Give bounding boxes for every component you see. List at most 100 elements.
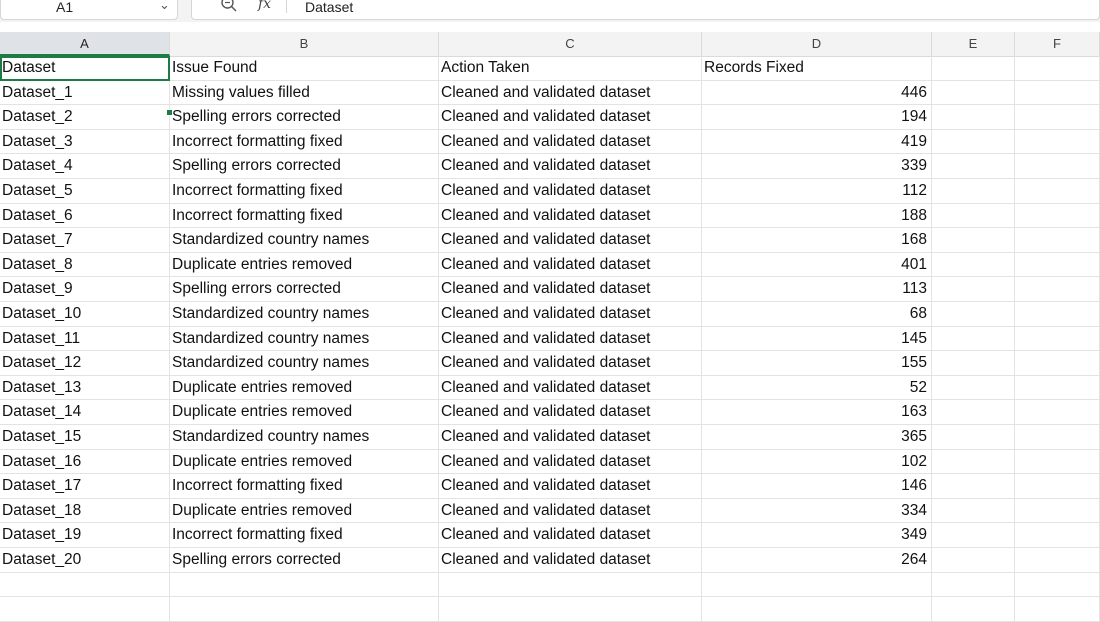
empty-cell[interactable] (1015, 154, 1100, 179)
cell[interactable]: Cleaned and validated dataset (439, 449, 702, 475)
cell[interactable]: Dataset_6 (0, 203, 170, 229)
cell[interactable]: 419 (702, 129, 932, 155)
cell[interactable]: 102 (702, 449, 932, 475)
cell[interactable]: Standardized country names (170, 425, 439, 450)
cell[interactable]: Duplicate entries removed (170, 400, 439, 425)
cell[interactable]: 163 (702, 400, 932, 425)
cell[interactable]: Action Taken (439, 56, 702, 81)
cell[interactable]: Missing values filled (170, 80, 439, 106)
empty-cell[interactable] (439, 572, 702, 598)
cell[interactable]: Duplicate entries removed (170, 449, 439, 475)
zoom-icon[interactable] (220, 0, 238, 13)
cell[interactable]: 146 (702, 474, 932, 499)
cell[interactable]: Incorrect formatting fixed (170, 129, 439, 155)
cell[interactable]: Dataset_13 (0, 375, 170, 401)
cell[interactable]: 113 (702, 277, 932, 302)
cell[interactable]: 194 (702, 105, 932, 130)
empty-cell[interactable] (1015, 277, 1100, 302)
empty-cell[interactable] (0, 597, 170, 622)
cell[interactable]: Dataset (0, 56, 170, 81)
function-icon[interactable]: fx (258, 0, 271, 12)
cell[interactable]: 52 (702, 375, 932, 401)
cell[interactable]: Cleaned and validated dataset (439, 203, 702, 229)
cell[interactable]: Cleaned and validated dataset (439, 523, 702, 548)
cell[interactable]: Dataset_19 (0, 523, 170, 548)
formula-input[interactable]: fx Dataset (191, 0, 1100, 20)
empty-cell[interactable] (932, 302, 1015, 327)
empty-cell[interactable] (1015, 548, 1100, 573)
cell[interactable]: Dataset_12 (0, 351, 170, 376)
cell[interactable]: Dataset_1 (0, 80, 170, 106)
cell[interactable]: Dataset_9 (0, 277, 170, 302)
empty-cell[interactable] (932, 597, 1015, 622)
empty-cell[interactable] (1015, 597, 1100, 622)
cell[interactable]: Standardized country names (170, 351, 439, 376)
cell[interactable]: Incorrect formatting fixed (170, 203, 439, 229)
cell[interactable]: Dataset_10 (0, 302, 170, 327)
empty-cell[interactable] (932, 548, 1015, 573)
cell[interactable]: 112 (702, 179, 932, 204)
empty-cell[interactable] (1015, 400, 1100, 425)
column-header-c[interactable]: C (439, 32, 702, 56)
cell[interactable]: Cleaned and validated dataset (439, 105, 702, 130)
cell[interactable]: Incorrect formatting fixed (170, 523, 439, 548)
cell[interactable]: Dataset_17 (0, 474, 170, 499)
empty-cell[interactable] (1015, 474, 1100, 499)
empty-cell[interactable] (1015, 105, 1100, 130)
cell[interactable]: 334 (702, 498, 932, 524)
empty-cell[interactable] (932, 105, 1015, 130)
empty-cell[interactable] (932, 351, 1015, 376)
empty-cell[interactable] (1015, 252, 1100, 278)
cell[interactable]: Duplicate entries removed (170, 252, 439, 278)
cell[interactable]: Cleaned and validated dataset (439, 474, 702, 499)
column-header-f[interactable]: F (1015, 32, 1100, 56)
cell[interactable]: Dataset_4 (0, 154, 170, 179)
cell[interactable]: Cleaned and validated dataset (439, 80, 702, 106)
empty-cell[interactable] (932, 228, 1015, 253)
empty-cell[interactable] (932, 252, 1015, 278)
empty-cell[interactable] (1015, 425, 1100, 450)
cell[interactable]: Cleaned and validated dataset (439, 277, 702, 302)
empty-cell[interactable] (932, 203, 1015, 229)
cell[interactable]: Cleaned and validated dataset (439, 498, 702, 524)
cell[interactable]: 145 (702, 326, 932, 352)
column-header-e[interactable]: E (932, 32, 1015, 56)
fill-handle[interactable] (166, 109, 173, 116)
empty-cell[interactable] (170, 597, 439, 622)
empty-cell[interactable] (1015, 302, 1100, 327)
cell[interactable]: 155 (702, 351, 932, 376)
cell[interactable]: Cleaned and validated dataset (439, 154, 702, 179)
empty-cell[interactable] (932, 56, 1015, 81)
cell[interactable]: Cleaned and validated dataset (439, 129, 702, 155)
spreadsheet-grid[interactable]: ABCDEF Dataset Issue Found Action Taken Rec… (0, 32, 1100, 622)
cell[interactable]: Cleaned and validated dataset (439, 326, 702, 352)
cell[interactable]: Cleaned and validated dataset (439, 375, 702, 401)
cell[interactable]: Cleaned and validated dataset (439, 228, 702, 253)
cell[interactable]: Duplicate entries removed (170, 375, 439, 401)
empty-cell[interactable] (932, 154, 1015, 179)
empty-cell[interactable] (932, 129, 1015, 155)
empty-cell[interactable] (932, 498, 1015, 524)
cell[interactable]: 446 (702, 80, 932, 106)
cell[interactable]: Dataset_15 (0, 425, 170, 450)
column-header-d[interactable]: D (702, 32, 932, 56)
empty-cell[interactable] (1015, 228, 1100, 253)
cell[interactable]: Dataset_7 (0, 228, 170, 253)
empty-cell[interactable] (932, 80, 1015, 106)
empty-cell[interactable] (932, 400, 1015, 425)
cell[interactable]: Standardized country names (170, 228, 439, 253)
cell[interactable]: 401 (702, 252, 932, 278)
empty-cell[interactable] (1015, 351, 1100, 376)
empty-cell[interactable] (1015, 129, 1100, 155)
cell[interactable]: Dataset_20 (0, 548, 170, 573)
cell[interactable]: 365 (702, 425, 932, 450)
cell[interactable]: Dataset_8 (0, 252, 170, 278)
empty-cell[interactable] (1015, 179, 1100, 204)
cell[interactable]: Dataset_3 (0, 129, 170, 155)
empty-cell[interactable] (932, 572, 1015, 598)
empty-cell[interactable] (170, 572, 439, 598)
empty-cell[interactable] (932, 179, 1015, 204)
cell[interactable]: Cleaned and validated dataset (439, 351, 702, 376)
name-box[interactable]: A1 ⌄ (0, 0, 178, 20)
column-header-b[interactable]: B (170, 32, 439, 56)
